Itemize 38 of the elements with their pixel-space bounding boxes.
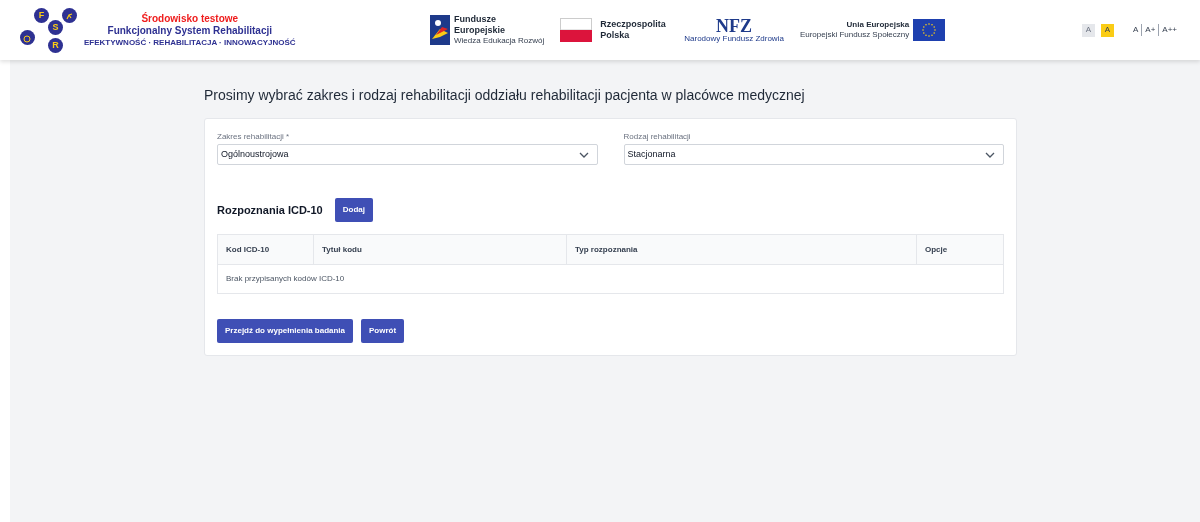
partner-subtitle: Wiedza Edukacja Rozwój [454,36,545,47]
font-size-button[interactable]: A [1129,24,1142,36]
contrast-button[interactable]: A [1100,23,1114,37]
select-field[interactable]: Ogólnoustrojowa [217,144,598,165]
app-name: Funkcjonalny System Rehabilitacji [107,25,273,38]
field-label: Rodzaj rehabilitacji [623,131,692,143]
font-size-button[interactable]: A+ [1141,24,1159,36]
chevron-down-icon [985,151,995,158]
partner-subtitle: Europejski Fundusz Społeczny [799,30,910,40]
empty-table-message: Brak przypisanych kodów ICD-10 [226,273,345,285]
select-field[interactable]: Stacjonarna [623,144,1004,165]
back-button[interactable]: Powrót [361,319,405,343]
add-button[interactable]: Dodaj [334,198,373,222]
section-title: Rozpoznania ICD-10 [217,202,323,218]
app-tagline: EFEKTYWNOŚĆ · REHABILITACJA · INNOWACYJNOŚĆ [84,37,296,48]
chevron-down-icon [578,151,589,158]
logo-letter: F [38,8,45,22]
logo-letter: S [52,20,59,34]
partner-subtitle: Narodowy Fundusz Zdrowia [684,35,784,43]
select-value: Stacjonarna [627,147,676,161]
partner-name: Fundusze Europejskie [454,13,507,37]
nfz-logo-text: NFZ [716,17,753,35]
column-header: Kod ICD-10 [226,243,270,256]
column-header: Opcje [925,243,948,256]
select-value: Ogólnoustrojowa [221,147,289,161]
partner-name: Rzeczpospolita Polska [600,19,667,41]
partner-name: Unia Europejska [846,20,910,30]
eu-flag-icon [913,19,946,41]
page-title: Prosimy wybrać zakres i rodzaj rehabilitacji oddziału rehabilitacji pacjenta w placówce medycznej [204,86,806,105]
field-label: Zakres rehabilitacji * [217,131,291,143]
contrast-button[interactable]: A [1081,23,1095,37]
column-header: Typ rozpoznania [575,243,638,256]
flag-icon [560,18,593,42]
logo-letter: R [52,38,59,52]
column-header: Tytuł kodu [322,243,362,256]
font-size-button[interactable]: A++ [1158,24,1180,36]
environment-label: Środowisko testowe [141,12,239,25]
proceed-button[interactable]: Przejdź do wypełnienia badania [217,319,354,343]
